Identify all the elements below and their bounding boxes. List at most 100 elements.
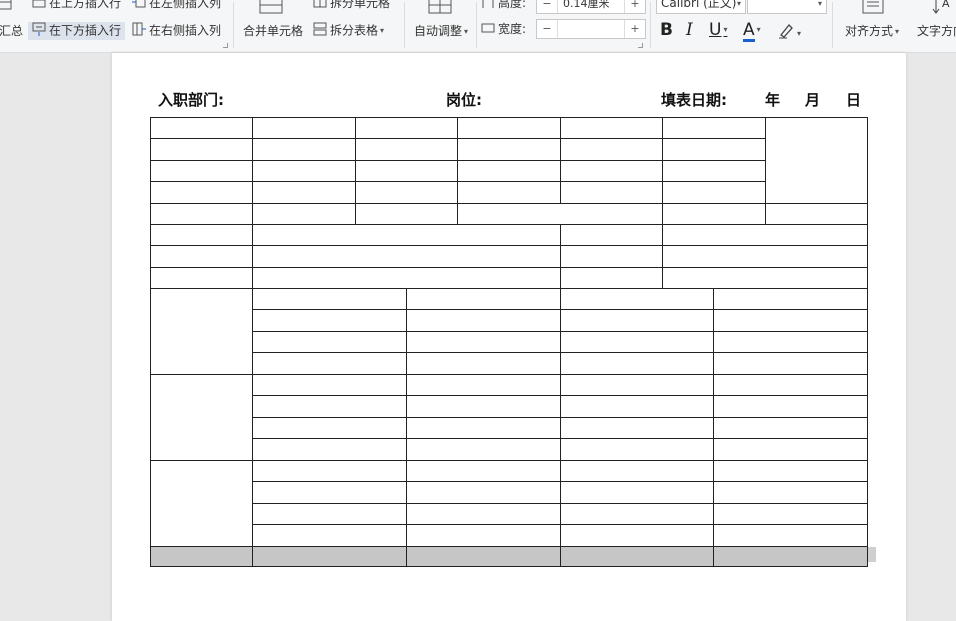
table-cell[interactable] (405, 330, 561, 353)
size-group-launcher-icon[interactable] (638, 43, 643, 48)
table-cell[interactable] (456, 116, 561, 139)
bold-button[interactable]: B (660, 19, 673, 41)
table-cell[interactable] (149, 244, 253, 268)
table-cell[interactable] (251, 502, 407, 525)
table-cell[interactable] (405, 480, 561, 504)
table-cell[interactable] (456, 159, 561, 182)
table-cell[interactable] (251, 459, 407, 482)
section-label-cell[interactable] (149, 287, 253, 375)
table-cell[interactable] (661, 202, 766, 225)
table-cell[interactable] (149, 159, 253, 182)
text-direction-button[interactable]: 文字方向 (917, 23, 956, 39)
photo-cell[interactable] (764, 116, 868, 204)
table-cell[interactable] (251, 137, 356, 161)
table-cell[interactable] (251, 330, 407, 353)
col-width-stepper[interactable]: − + (536, 19, 646, 39)
table-cell[interactable] (149, 180, 253, 204)
table-cell[interactable] (251, 244, 561, 268)
summary-button[interactable]: 汇总 (0, 23, 23, 39)
table-cell[interactable] (251, 116, 356, 139)
selected-table-cell[interactable] (559, 545, 714, 567)
table-cell[interactable] (559, 459, 714, 482)
table-cell[interactable] (251, 266, 561, 289)
table-cell[interactable] (149, 202, 253, 225)
table-cell[interactable] (559, 351, 714, 375)
table-cell[interactable] (456, 137, 561, 161)
underline-button[interactable]: U ▾ (709, 19, 727, 41)
table-cell[interactable] (559, 287, 714, 310)
table-cell[interactable] (712, 351, 868, 375)
group-launcher-icon[interactable] (223, 43, 228, 48)
table-cell[interactable] (149, 116, 253, 139)
table-cell[interactable] (405, 437, 561, 461)
table-cell[interactable] (764, 202, 868, 225)
height-increase-button[interactable]: + (624, 0, 645, 13)
split-table-button[interactable]: 拆分表格 ▾ (313, 22, 384, 40)
table-cell[interactable] (559, 523, 714, 547)
table-cell[interactable] (712, 308, 868, 332)
merge-cells-button[interactable]: 合并单元格 (243, 23, 303, 39)
row-height-value[interactable]: 0.14厘米 (563, 0, 610, 12)
table-cell[interactable] (251, 523, 407, 547)
italic-button[interactable]: I (686, 19, 693, 41)
table-cell[interactable] (712, 373, 868, 396)
table-cell[interactable] (559, 180, 663, 204)
table-cell[interactable] (251, 373, 407, 396)
selected-table-cell[interactable] (712, 545, 868, 567)
width-increase-button[interactable]: + (624, 20, 645, 38)
table-cell[interactable] (251, 202, 356, 225)
insert-row-above-button[interactable]: 在上方插入行 (32, 0, 121, 12)
table-cell[interactable] (251, 308, 407, 332)
table-cell[interactable] (559, 502, 714, 525)
table-cell[interactable] (251, 159, 356, 182)
table-cell[interactable] (405, 287, 561, 310)
auto-fit-button[interactable]: 自动调整 ▾ (414, 23, 468, 40)
section-label-cell[interactable] (149, 459, 253, 547)
table-cell[interactable] (354, 159, 458, 182)
table-cell[interactable] (712, 287, 868, 310)
table-cell[interactable] (661, 137, 766, 161)
table-cell[interactable] (559, 394, 714, 418)
table-cell[interactable] (149, 266, 253, 289)
table-cell[interactable] (251, 394, 407, 418)
table-cell[interactable] (251, 480, 407, 504)
table-cell[interactable] (251, 287, 407, 310)
selected-table-cell[interactable] (149, 545, 253, 567)
table-cell[interactable] (405, 416, 561, 439)
table-cell[interactable] (251, 416, 407, 439)
highlight-button[interactable]: ▾ (777, 21, 801, 45)
selected-table-cell[interactable] (405, 545, 561, 567)
table-cell[interactable] (559, 373, 714, 396)
table-cell[interactable] (559, 416, 714, 439)
table-cell[interactable] (712, 330, 868, 353)
width-decrease-button[interactable]: − (537, 20, 558, 38)
table-cell[interactable] (405, 523, 561, 547)
table-cell[interactable] (149, 137, 253, 161)
table-cell[interactable] (405, 394, 561, 418)
table-cell[interactable] (559, 437, 714, 461)
table-cell[interactable] (712, 437, 868, 461)
table-cell[interactable] (661, 223, 868, 246)
table-cell[interactable] (354, 180, 458, 204)
font-color-button[interactable]: A ▾ (743, 19, 761, 42)
table-cell[interactable] (559, 137, 663, 161)
table-cell[interactable] (712, 502, 868, 525)
font-name-select[interactable]: Calibri (正文) ▾ (656, 0, 746, 14)
split-cells-button[interactable]: 拆分单元格 (313, 0, 390, 12)
table-cell[interactable] (405, 459, 561, 482)
table-cell[interactable] (712, 416, 868, 439)
table-cell[interactable] (251, 180, 356, 204)
table-cell[interactable] (354, 116, 458, 139)
table-cell[interactable] (354, 202, 458, 225)
table-cell[interactable] (712, 459, 868, 482)
table-cell[interactable] (712, 394, 868, 418)
table-cell[interactable] (405, 502, 561, 525)
insert-col-right-button[interactable]: 在右侧插入列 (132, 22, 221, 40)
table-cell[interactable] (559, 159, 663, 182)
table-cell[interactable] (559, 116, 663, 139)
table-cell[interactable] (559, 308, 714, 332)
insert-col-left-button[interactable]: 在左侧插入列 (132, 0, 221, 12)
table-cell[interactable] (559, 330, 714, 353)
row-height-stepper[interactable]: − 0.14厘米 + (536, 0, 646, 14)
table-cell[interactable] (354, 137, 458, 161)
